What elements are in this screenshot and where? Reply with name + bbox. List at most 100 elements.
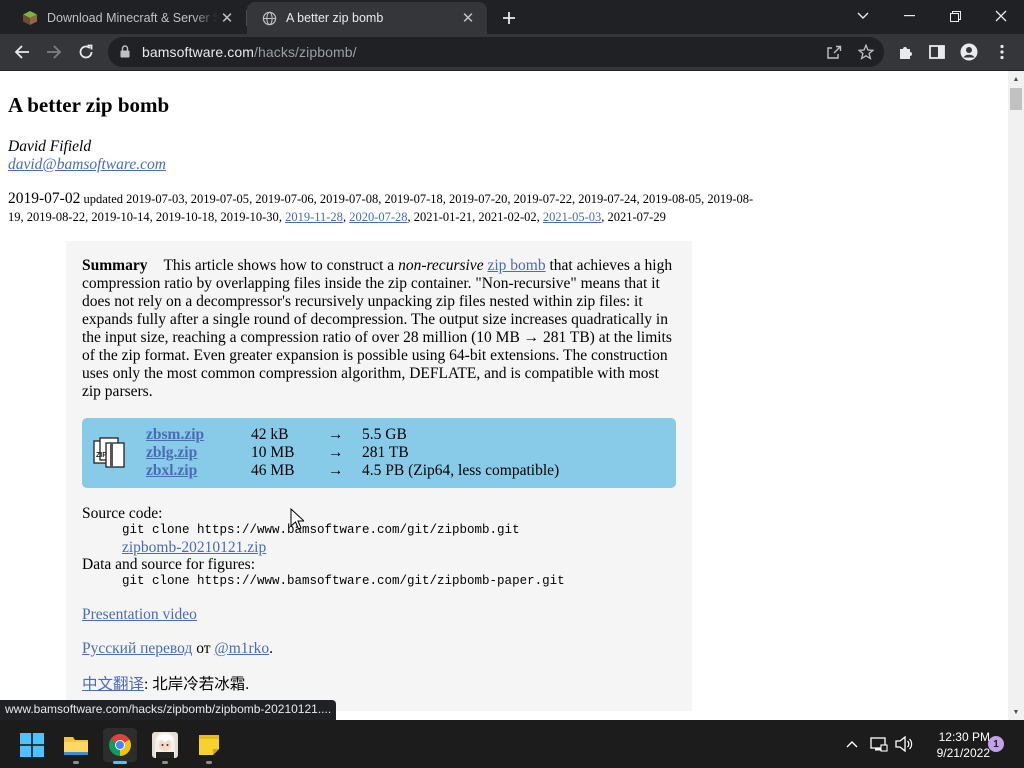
revision-date: 2019-10-14 (91, 210, 150, 224)
url-host: bamsoftware.com (142, 44, 254, 60)
network-icon[interactable] (868, 720, 890, 768)
tab-close-icon[interactable]: ✕ (218, 9, 236, 27)
revision-date: 2021-02-02 (478, 210, 537, 224)
close-window-icon[interactable] (978, 0, 1024, 32)
mouse-cursor-icon (290, 508, 304, 530)
chinese-translation-link[interactable]: 中文翻译 (82, 676, 144, 693)
windows-taskbar: 12:30 PM 9/21/2022 (0, 720, 1024, 768)
updated-label: updated (83, 192, 124, 206)
lock-icon[interactable] (120, 45, 130, 63)
summary-heading: Summary (82, 257, 148, 274)
globe-icon (261, 10, 277, 26)
scroll-down-arrow-icon[interactable]: ▼ (1008, 704, 1024, 720)
page-viewport: A better zip bomb David Fifield david@ba… (0, 71, 1008, 720)
zip-bomb-link[interactable]: zip bomb (487, 257, 545, 274)
vertical-scrollbar[interactable]: ▲ ▼ (1008, 71, 1024, 720)
notification-badge[interactable]: 1 (988, 736, 1004, 752)
bookmark-star-icon[interactable] (856, 42, 876, 62)
revision-date: 2019-07-08 (319, 192, 379, 206)
revision-date: 2019-08-05 (642, 192, 702, 206)
russian-translation-link[interactable]: Русский перевод (82, 640, 192, 657)
tab-title: A better zip bomb (286, 11, 384, 25)
link-status-bubble: www.bamsoftware.com/hacks/zipbomb/zipbom… (0, 700, 337, 720)
revision-date: 2019-07-20 (449, 192, 508, 206)
revision-date: 2019-10-18 (155, 210, 215, 224)
taskbar-clock[interactable]: 12:30 PM 9/21/2022 (918, 729, 990, 761)
download-link[interactable]: zbsm.zip (146, 426, 204, 444)
source-clone-command: git clone https://www.bamsoftware.com/gi… (122, 523, 520, 537)
new-tab-icon[interactable] (497, 6, 521, 30)
revision-date: 2019-07-03 (126, 192, 185, 206)
revision-date-link[interactable]: 2019-11-28 (285, 210, 343, 224)
minimize-icon[interactable] (886, 0, 932, 32)
russian-author-link[interactable]: @m1rko (214, 640, 269, 657)
address-bar[interactable]: bamsoftware.com/hacks/zipbomb/ (108, 37, 884, 67)
download-link[interactable]: zbxl.zip (146, 462, 197, 480)
tab-close-icon[interactable]: ✕ (459, 9, 477, 27)
tab-title: Download Minecraft & Server Software (47, 11, 218, 25)
revision-date-link[interactable]: 2020-07-28 (349, 210, 407, 224)
revision-date: 2019-07-24 (578, 192, 637, 206)
chinese-translation-line: 中文翻译: 北岸冷若冰霜. (82, 676, 249, 693)
zip-archive-icon: ZIP (93, 437, 125, 468)
revision-date: 2019-08-22 (26, 210, 86, 224)
summary-text-3: that achieves a high compression ratio b… (82, 257, 673, 400)
tab-minecraft[interactable]: Download Minecraft & Server Software ✕ (8, 2, 246, 34)
revision-date: 2019-07-18 (384, 192, 443, 206)
russian-translation-line: Русский перевод от @m1rko. (82, 640, 273, 657)
revision-date: 2019-07-06 (255, 192, 314, 206)
file-explorer-icon[interactable] (59, 728, 93, 764)
summary-text-1: This article shows how to construct a (163, 257, 399, 274)
revision-date-link[interactable]: 2021-05-03 (543, 210, 601, 224)
chrome-icon[interactable] (103, 728, 137, 764)
arrow: → (328, 444, 344, 461)
forward-icon[interactable] (39, 37, 69, 67)
author-name: David Fifield (8, 138, 92, 155)
data-source-label: Data and source for figures: (82, 556, 256, 573)
summary-box: Summary This article shows how to constru… (66, 241, 692, 711)
revision-dates: 2019-07-02 updated 2019-07-03, 2019-07-0… (8, 190, 754, 224)
restore-icon[interactable] (932, 0, 978, 32)
start-icon[interactable] (15, 728, 49, 762)
revision-date: 2019-07-05 (190, 192, 250, 206)
revision-date: 2021-07-29 (607, 210, 666, 224)
data-clone-command: git clone https://www.bamsoftware.com/gi… (122, 574, 565, 588)
expanded-size: 5.5 GB (362, 426, 407, 443)
revision-date: 2019-07-22 (513, 192, 572, 206)
profile-icon[interactable] (954, 37, 984, 67)
side-panel-icon[interactable] (922, 37, 952, 67)
author-email-link[interactable]: david@bamsoftware.com (8, 156, 166, 174)
browser-toolbar: bamsoftware.com/hacks/zipbomb/ (0, 34, 1024, 71)
extensions-icon[interactable] (891, 37, 921, 67)
reload-icon[interactable] (71, 37, 101, 67)
expanded-size: 281 TB (362, 444, 409, 461)
tab-strip: Download Minecraft & Server Software ✕ A… (0, 0, 1024, 34)
back-icon[interactable] (7, 37, 37, 67)
sticky-notes-icon[interactable] (192, 728, 226, 764)
presentation-video-link[interactable]: Presentation video (82, 606, 197, 623)
source-zip-link[interactable]: zipbomb-20210121.zip (122, 539, 266, 556)
revision-date: 2021-01-21 (413, 210, 473, 224)
chinese-translator: : 北岸冷若冰霜. (144, 676, 250, 693)
clock-date: 9/21/2022 (936, 746, 990, 760)
anime-avatar-app-icon[interactable] (148, 728, 182, 764)
russian-mid: от (192, 640, 215, 657)
tab-search-icon[interactable] (840, 0, 886, 32)
svg-text:ZIP: ZIP (96, 452, 107, 459)
tab-zipbomb[interactable]: A better zip bomb ✕ (247, 2, 487, 34)
russian-end: . (269, 640, 274, 657)
compressed-size: 46 MB (251, 462, 295, 479)
publish-date: 2019-07-02 (8, 190, 81, 207)
page-title: A better zip bomb (8, 93, 170, 117)
scroll-up-arrow-icon[interactable]: ▲ (1008, 71, 1024, 87)
share-icon[interactable] (824, 42, 844, 62)
download-link[interactable]: zblg.zip (146, 444, 197, 462)
scroll-thumb[interactable] (1010, 88, 1022, 110)
volume-icon[interactable] (893, 720, 915, 768)
menu-kebab-icon[interactable] (987, 37, 1017, 67)
url-text: bamsoftware.com/hacks/zipbomb/ (142, 44, 357, 60)
tray-overflow-chevron-icon[interactable] (842, 720, 862, 768)
compressed-size: 42 kB (251, 426, 289, 443)
arrow: → (328, 426, 344, 443)
source-code-label: Source code: (82, 505, 163, 522)
